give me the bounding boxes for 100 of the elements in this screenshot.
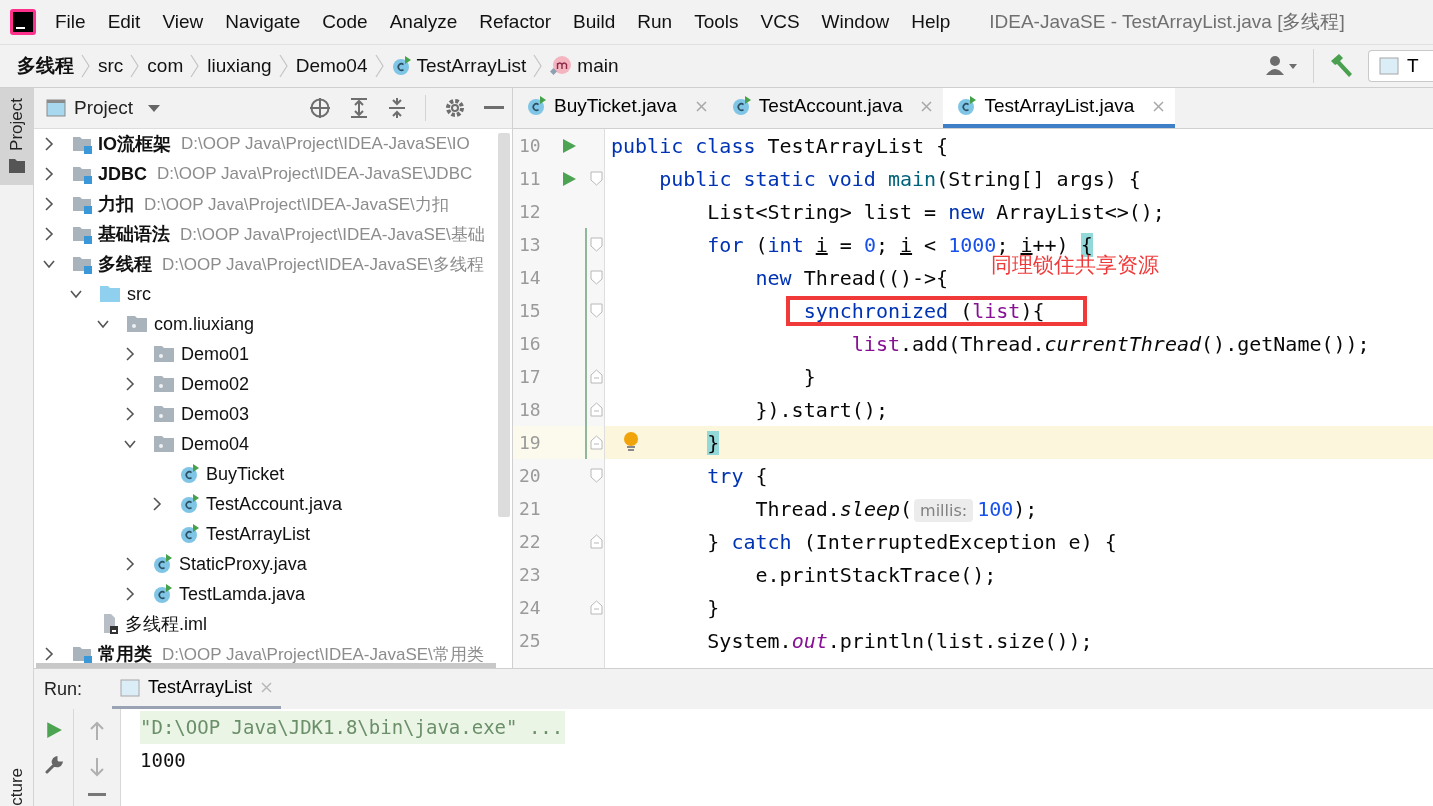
class-icon: [180, 524, 200, 544]
class-icon: [527, 96, 547, 116]
crosshair-icon[interactable]: [309, 97, 331, 119]
menu-item[interactable]: Code: [311, 11, 379, 33]
menu-item[interactable]: Edit: [96, 11, 152, 33]
menu-item[interactable]: Run: [626, 11, 684, 33]
breadcrumb-item[interactable]: liuxiang: [207, 55, 272, 77]
tree-item[interactable]: 多线程.iml: [125, 612, 207, 636]
fold-marker-icon[interactable]: [590, 237, 604, 252]
minimize-icon[interactable]: [484, 106, 504, 110]
window-icon: [46, 99, 66, 117]
collapse-all-icon[interactable]: [387, 97, 407, 119]
module-path: D:\OOP Java\Project\IDEA-JavaSE\JDBC: [157, 164, 473, 184]
tree-item[interactable]: 常用类: [98, 642, 152, 666]
fold-marker-icon[interactable]: [590, 171, 604, 186]
fold-marker-icon[interactable]: [590, 270, 604, 285]
tool-window-tab[interactable]: cture: [0, 758, 33, 806]
run-icon[interactable]: [560, 170, 577, 187]
class-icon: [180, 494, 200, 514]
settings-icon[interactable]: [444, 97, 466, 119]
caret-icon[interactable]: [147, 103, 162, 113]
run-icon[interactable]: [44, 721, 63, 739]
folder-icon: [8, 158, 25, 173]
fold-marker-icon[interactable]: [590, 369, 604, 384]
breadcrumb-item[interactable]: Demo04: [295, 55, 368, 77]
code-line: } catch (InterruptedException e) {: [707, 529, 1117, 554]
tree-item[interactable]: TestAccount.java: [206, 493, 343, 515]
line-number: 20: [518, 465, 542, 486]
class-icon: [731, 96, 752, 116]
package-icon: [153, 375, 175, 393]
expand-all-icon[interactable]: [349, 97, 369, 119]
fold-marker-icon[interactable]: [590, 402, 604, 417]
breadcrumb-item[interactable]: TestArrayList: [391, 55, 527, 77]
module-path: D:\OOP Java\Project\IDEA-JavaSE\多线程: [162, 253, 484, 276]
fold-marker-icon[interactable]: [590, 534, 604, 549]
menu-item[interactable]: View: [151, 11, 215, 33]
tree-item[interactable]: Demo04: [181, 433, 250, 455]
tree-item[interactable]: TestArrayList: [206, 523, 311, 545]
tree-item[interactable]: 基础语法: [98, 222, 170, 246]
tool-window-tab[interactable]: Project: [0, 88, 33, 185]
tree-item[interactable]: BuyTicket: [206, 463, 285, 485]
close-icon[interactable]: [920, 99, 934, 113]
close-icon[interactable]: [1152, 99, 1166, 113]
tree-item[interactable]: 多线程: [98, 252, 152, 276]
line-number: 16: [518, 333, 542, 354]
fold-marker-icon[interactable]: [590, 600, 604, 615]
lightbulb-icon[interactable]: [623, 432, 639, 454]
panel-title[interactable]: Project: [74, 97, 134, 119]
menu-item[interactable]: Navigate: [214, 11, 312, 33]
menu-item[interactable]: Help: [900, 11, 962, 33]
breadcrumb-item[interactable]: main: [550, 55, 619, 77]
scrollbar[interactable]: [36, 663, 496, 668]
tree-item[interactable]: 力扣: [98, 192, 134, 216]
window-icon: [120, 678, 141, 697]
tree-item[interactable]: JDBC: [98, 163, 147, 185]
menu-item[interactable]: Window: [810, 11, 901, 33]
wrench-icon[interactable]: [43, 755, 64, 775]
chevron-separator-icon: [373, 53, 386, 79]
tree-item[interactable]: StaticProxy.java: [179, 553, 307, 575]
run-icon[interactable]: [560, 137, 577, 154]
tree-item[interactable]: Demo03: [181, 403, 250, 425]
tree-item[interactable]: IO流框架: [98, 132, 171, 156]
breadcrumb-item[interactable]: com: [147, 55, 184, 77]
code-line: Thread.sleep( millis: 100);: [755, 496, 1038, 521]
editor-tab[interactable]: TestAccount.java: [717, 88, 944, 128]
package-icon: [153, 405, 175, 423]
close-icon[interactable]: [694, 99, 708, 113]
menu-item[interactable]: Analyze: [378, 11, 469, 33]
tree-item[interactable]: Demo01: [181, 343, 250, 365]
user-icon[interactable]: [1265, 55, 1299, 77]
tree-item[interactable]: src: [127, 283, 151, 305]
tree-item[interactable]: Demo02: [181, 373, 250, 395]
line-number: 10: [518, 135, 542, 156]
line-number: 21: [518, 498, 542, 519]
fold-marker-icon[interactable]: [590, 435, 604, 450]
tree-item[interactable]: TestLamda.java: [179, 583, 306, 605]
run-configuration-field[interactable]: T: [1368, 50, 1433, 82]
lines-icon[interactable]: [88, 793, 106, 799]
tree-item[interactable]: com.liuxiang: [154, 313, 255, 335]
fold-marker-icon[interactable]: [590, 303, 604, 318]
line-number: 22: [518, 531, 542, 552]
menu-item[interactable]: Tools: [683, 11, 750, 33]
code-line: }: [803, 364, 816, 389]
line-number: 25: [518, 630, 542, 651]
code-line: List<String> list = new ArrayList<>();: [707, 199, 1165, 224]
breadcrumb-item[interactable]: 多线程: [17, 53, 74, 79]
menu-item[interactable]: File: [44, 11, 97, 33]
menu-item[interactable]: Build: [562, 11, 627, 33]
breadcrumb-item[interactable]: src: [98, 55, 124, 77]
fold-marker-icon[interactable]: [590, 468, 604, 483]
line-number: 14: [518, 267, 542, 288]
line-number: 15: [518, 300, 542, 321]
chevron-separator-icon: [277, 53, 290, 79]
menu-item[interactable]: Refactor: [468, 11, 563, 33]
app-logo-icon: [10, 9, 36, 35]
menu-item[interactable]: VCS: [749, 11, 811, 33]
scrollbar[interactable]: [498, 133, 510, 517]
editor-tab[interactable]: TestArrayList.java: [943, 88, 1176, 128]
code-line: }).start();: [755, 397, 888, 422]
editor-tab[interactable]: BuyTicket.java: [513, 88, 718, 128]
